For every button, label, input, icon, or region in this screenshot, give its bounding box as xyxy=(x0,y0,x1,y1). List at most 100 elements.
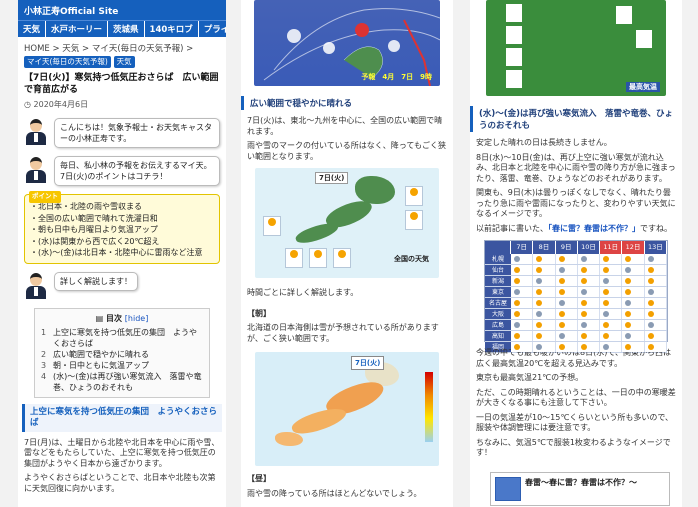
related-article-link[interactable]: 「春に雷？春雷は不作？」 xyxy=(548,224,640,233)
weather-cell xyxy=(644,309,667,319)
article-column-1: 小林正寿Official Site 天気 水戸ホーリー 茨城県 140キロブ プ… xyxy=(18,0,226,507)
toc-hide-link[interactable]: [hide] xyxy=(125,314,149,323)
weather-cell xyxy=(622,276,645,286)
sun-icon xyxy=(647,344,654,350)
cloud-icon xyxy=(536,344,543,350)
city-name: 広島 xyxy=(485,320,511,330)
point-item: ・(水)は関東から西で広く20℃超え xyxy=(30,236,160,246)
map-date-tag: 7日(火) xyxy=(351,356,385,370)
sunny-icon xyxy=(263,216,281,236)
table-row: 大阪 xyxy=(485,309,667,320)
cloud-icon xyxy=(647,322,654,328)
nav-item-mito-hollyhock[interactable]: 水戸ホーリー xyxy=(46,21,109,37)
sun-icon xyxy=(558,289,565,295)
weather-cell xyxy=(622,331,645,341)
weather-cell xyxy=(533,287,556,297)
paragraph: 関東も、9日(木)は曇りっぽくなしでなく、晴れたり曇ったり急に雨や雷雨になったり… xyxy=(476,188,676,218)
cloud-icon xyxy=(625,300,632,306)
table-header: 7日 8日 9日 10日 11日 12日 13日 xyxy=(485,241,667,254)
sun-icon xyxy=(536,256,543,262)
table-row: 名古屋 xyxy=(485,298,667,309)
nav-item-140km[interactable]: 140キロブ xyxy=(145,21,199,37)
weather-cell xyxy=(577,265,601,275)
avatar xyxy=(24,156,48,184)
site-title[interactable]: 小林正寿Official Site xyxy=(18,0,226,20)
article-column-2: 予報 4月 7日 9時 広い範囲で穏やかに晴れる 7日(火)は、東北〜九州を中心… xyxy=(241,0,453,507)
cloud-icon xyxy=(514,322,520,328)
weather-cell xyxy=(511,320,534,330)
weather-cell xyxy=(622,298,645,308)
sunny-icon xyxy=(405,210,423,230)
toc-header: ▤ 目次 [hide] xyxy=(41,313,203,324)
related-article-title[interactable]: 春雷〜春に雷？春雷は不作？〜 xyxy=(525,477,637,501)
legend-scale xyxy=(425,372,433,442)
nav-item-weather[interactable]: 天気 xyxy=(18,21,47,37)
post-date-text: 2020年4月6日 xyxy=(33,100,89,109)
sun-icon xyxy=(580,267,587,273)
sun-icon xyxy=(536,267,543,273)
cloud-icon xyxy=(558,267,565,273)
sun-icon xyxy=(625,256,632,262)
weather-cell xyxy=(577,287,601,297)
city-name: 仙台 xyxy=(485,265,511,275)
weather-cell xyxy=(577,276,601,286)
point-item: ・(水)〜(金)は北日本・北陸中心に雷雨など注意 xyxy=(30,248,203,257)
related-article-card[interactable]: 春雷〜春に雷？春雷は不作？〜 xyxy=(490,472,670,506)
sun-icon xyxy=(536,322,543,328)
weather-cell xyxy=(577,320,601,330)
category-tag-myten[interactable]: マイ天(毎日の天気予報) xyxy=(24,56,111,68)
sun-icon xyxy=(647,267,654,273)
article-column-3: 最高気温 (水)〜(金)は再び強い寒気流入 落雷や竜巻、ひょうのおそれも 安定し… xyxy=(470,0,682,507)
weather-cell xyxy=(577,254,601,264)
weather-cell xyxy=(600,298,623,308)
weather-cell xyxy=(622,320,645,330)
point-item: ・全国の広い範囲で晴れて洗濯日和 xyxy=(30,213,158,223)
forecast-map-image: 7日(火) 全国の天気 xyxy=(255,168,439,278)
breadcrumb-path[interactable]: HOME > 天気 > マイ天(毎日の天気予報) > xyxy=(24,43,220,55)
city-name: 大阪 xyxy=(485,309,511,319)
sunny-icon xyxy=(333,248,351,268)
weather-cell xyxy=(533,309,556,319)
weather-cell xyxy=(555,276,578,286)
toc-item[interactable]: 4 (水)〜(金)は再び強い寒気流入 落雷や竜巻、ひょうのおそれも xyxy=(41,371,203,393)
paragraph: 7日(火)は、東北〜九州を中心に、全国の広い範囲で晴れます。 xyxy=(247,116,443,136)
paragraph: 時間ごとに詳しく解説します。 xyxy=(247,288,359,297)
cloud-icon xyxy=(647,289,654,295)
sun-icon xyxy=(603,267,610,273)
speech-bubble: 毎日、私小林の予報をお伝えするマイ天。7日(火)のポイントはコチラ！ xyxy=(54,156,220,186)
map-date-tag: 7日(火) xyxy=(315,172,349,184)
article-thumbnail xyxy=(495,477,521,501)
sun-icon xyxy=(625,344,632,350)
cloud-icon xyxy=(514,289,520,295)
chat-detail: 詳しく解説します！ xyxy=(18,268,226,304)
table-row: 仙台 xyxy=(485,265,667,276)
weather-cell xyxy=(555,254,578,264)
toc-item[interactable]: 3 朝・日中ともに気温アップ xyxy=(41,360,203,371)
city-name: 高知 xyxy=(485,331,511,341)
weather-cell xyxy=(511,309,534,319)
paragraph: 8日(水)〜10日(金)は、再び上空に強い寒気が流れ込み、北日本と北陸を中心に雨… xyxy=(476,152,676,183)
weather-cell xyxy=(511,254,534,264)
max-temperature-map-image: 最高気温 xyxy=(486,0,666,96)
table-of-contents: ▤ 目次 [hide] 1 上空に寒気を持つ低気圧の集団 ようやくおさらば 2 広い… xyxy=(34,307,210,398)
section-heading: (水)〜(金)は再び強い寒気流入 落雷や竜巻、ひょうのおそれも xyxy=(470,106,682,132)
sun-icon xyxy=(514,267,520,273)
cloud-icon xyxy=(647,256,654,262)
weather-map-image: 予報 4月 7日 9時 xyxy=(254,0,440,86)
cloud-icon xyxy=(625,267,632,273)
point-item: ・北日本・北陸の雨や雪収まる xyxy=(30,202,142,211)
sun-icon xyxy=(536,300,543,306)
paragraph: 一日の気温差が10〜15℃くらいという所も多いので、服装や体調管理には要注意です… xyxy=(476,412,674,433)
post-title: 【7日(火)】寒気持つ低気圧おさらば 広い範囲で育苗広がる xyxy=(24,73,219,95)
toc-item[interactable]: 1 上空に寒気を持つ低気圧の集団 ようやくおさらば xyxy=(41,327,203,349)
weather-cell xyxy=(600,276,623,286)
toc-item[interactable]: 2 広い範囲で穏やかに晴れる xyxy=(41,349,203,360)
cloud-icon xyxy=(580,289,587,295)
weather-cell xyxy=(644,342,667,352)
nav-item-private[interactable]: プライ xyxy=(199,21,226,37)
radar-map-image: 7日(火) xyxy=(255,352,439,466)
category-tag-weather[interactable]: 天気 xyxy=(113,56,135,68)
sun-icon xyxy=(647,333,654,339)
nav-item-ibaraki[interactable]: 茨城県 xyxy=(108,21,145,37)
weekly-forecast-table: 7日 8日 9日 10日 11日 12日 13日 札幌 仙台 新潟 東京 名古屋 大阪 広島… xyxy=(484,240,668,353)
